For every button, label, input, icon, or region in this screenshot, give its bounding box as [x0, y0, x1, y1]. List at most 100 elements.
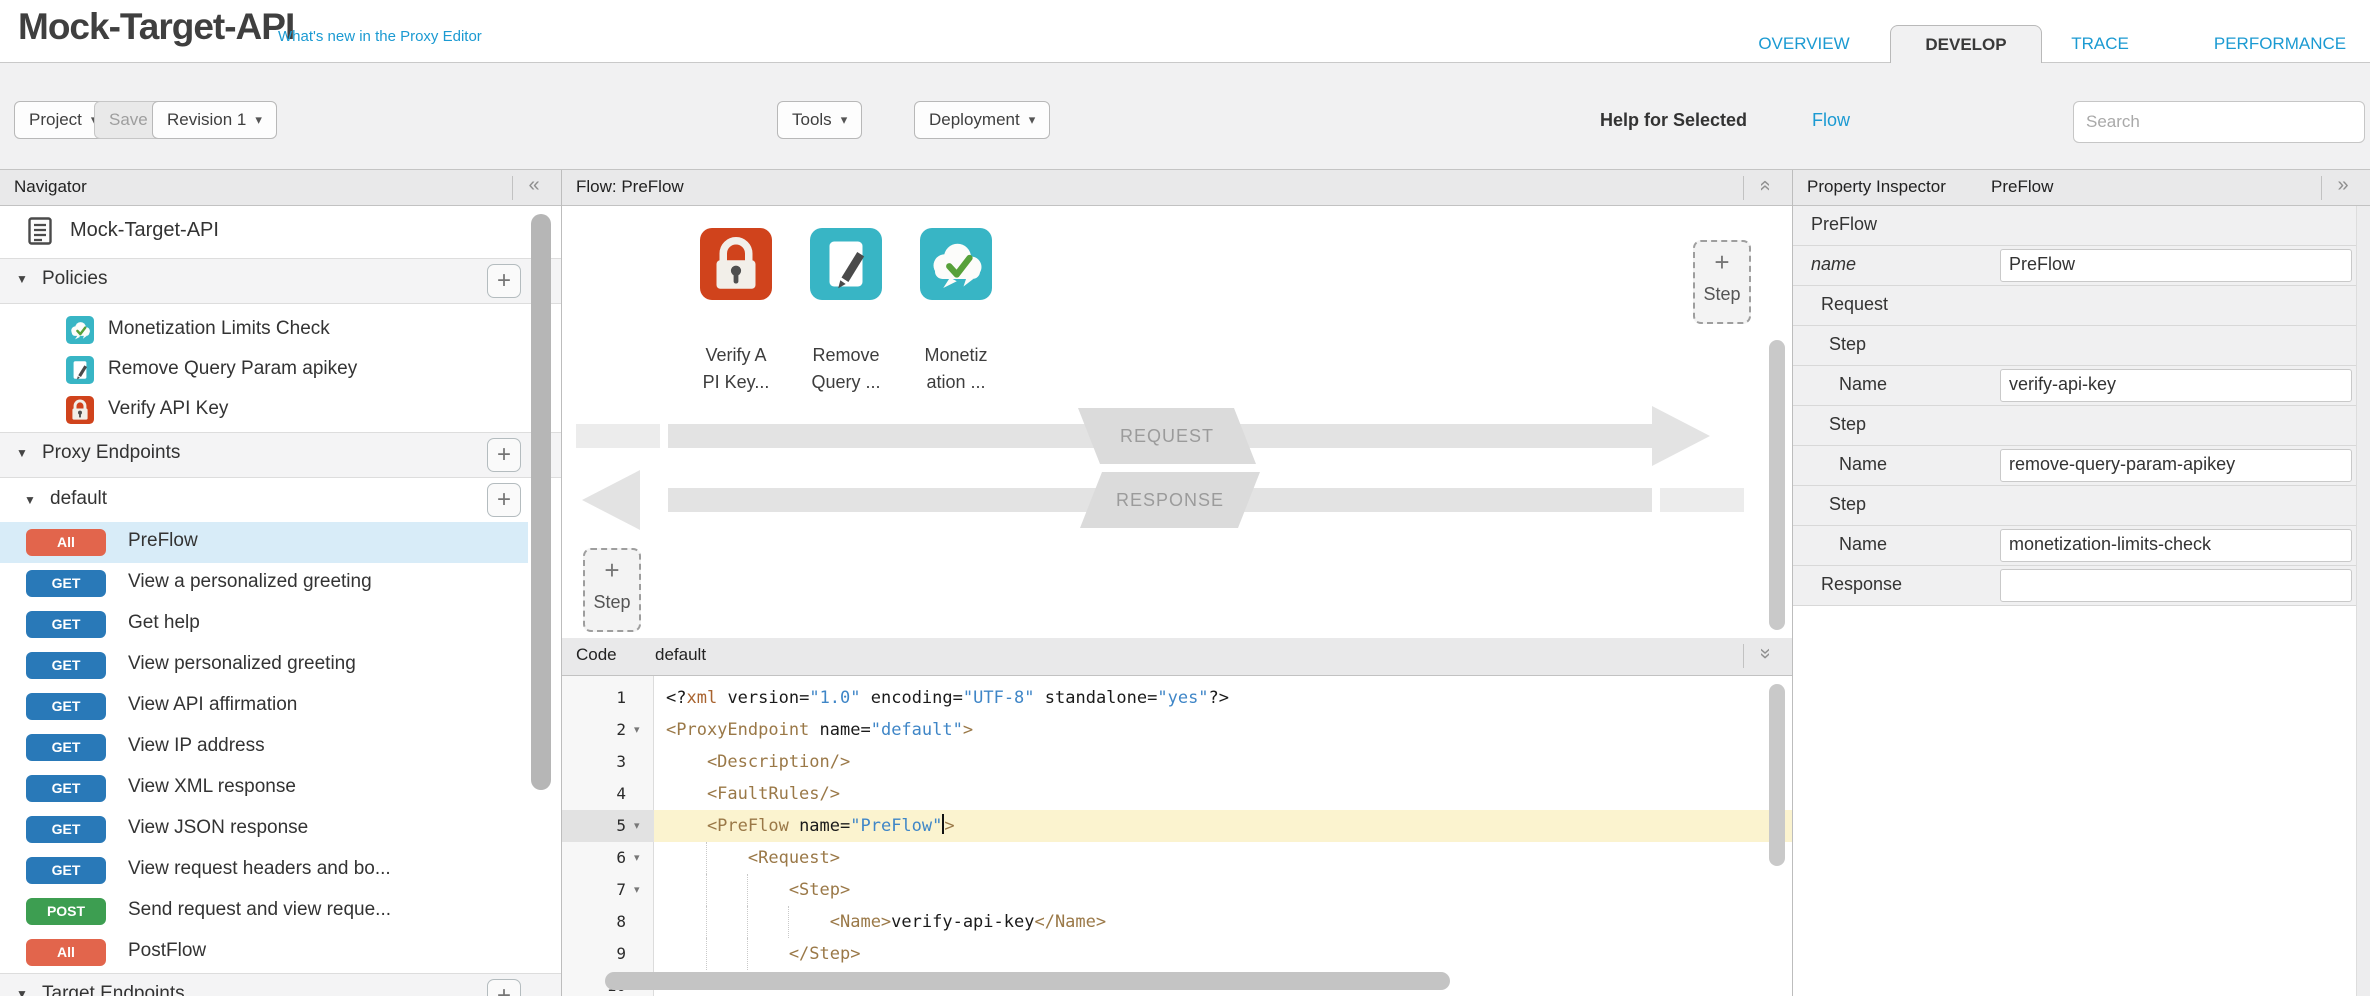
tab-performance[interactable]: PERFORMANCE: [2190, 25, 2370, 63]
property-inspector-subtitle: PreFlow: [1991, 177, 2053, 197]
api-proxy-root-item[interactable]: Mock-Target-API: [0, 206, 561, 259]
plus-icon: +: [1695, 248, 1749, 276]
target-endpoints-section-header[interactable]: ▼ Target Endpoints +: [0, 973, 561, 996]
collapse-down-icon[interactable]: «: [1754, 639, 1777, 669]
flow-row[interactable]: GETView IP address: [0, 727, 528, 768]
policy-item[interactable]: Remove Query Param apikey: [0, 350, 528, 390]
property-value[interactable]: verify-api-key: [2000, 369, 2352, 402]
line-number: 5: [562, 810, 626, 842]
fold-arrow-icon[interactable]: ▾: [634, 810, 648, 842]
lock-icon: [66, 396, 94, 424]
flow-row[interactable]: GET View a personalized greeting: [0, 563, 528, 604]
flow-policy-pencil-icon[interactable]: [810, 228, 882, 300]
response-line-stub: [1660, 488, 1744, 512]
policies-section-label: Policies: [42, 268, 107, 290]
flow-policy-cloud-check-icon[interactable]: [920, 228, 992, 300]
flow-row-label: View personalized greeting: [128, 653, 356, 675]
flow-row[interactable]: POSTSend request and view reque...: [0, 891, 528, 932]
flow-row[interactable]: GETView request headers and bo...: [0, 850, 528, 891]
fold-arrow-icon[interactable]: ▾: [634, 714, 648, 746]
add-step-button[interactable]: + Step: [1693, 240, 1751, 324]
proxy-endpoints-section-header[interactable]: ▼ Proxy Endpoints +: [0, 432, 561, 478]
property-label: Name: [1839, 454, 1887, 475]
fold-arrow-icon[interactable]: ▾: [634, 874, 648, 906]
code-vertical-scrollbar[interactable]: [1769, 684, 1785, 866]
code-line: <FaultRules/>: [666, 778, 840, 810]
flow-row[interactable]: All PostFlow: [0, 932, 528, 973]
line-number: 1: [562, 682, 626, 714]
policy-item[interactable]: Verify API Key: [0, 390, 528, 430]
endpoint-default-label: default: [50, 488, 107, 510]
property-label: Name: [1839, 534, 1887, 555]
header-separator: [1743, 176, 1744, 200]
collapse-up-icon[interactable]: «: [1754, 171, 1777, 201]
method-badge: GET: [26, 734, 106, 761]
method-badge: GET: [26, 611, 106, 638]
code-line: <Description/>: [666, 746, 850, 778]
inspector-scrollbar-track[interactable]: [2356, 206, 2370, 996]
flow-row-label: View a personalized greeting: [128, 571, 372, 593]
add-proxy-endpoint-button[interactable]: +: [487, 438, 521, 472]
inspector-row: Nameverify-api-key: [1793, 366, 2356, 406]
help-flow-link[interactable]: Flow: [1812, 110, 1850, 131]
flow-panel: Flow: PreFlow « + Step REQUEST RESPONSE …: [562, 170, 1793, 638]
property-value[interactable]: remove-query-param-apikey: [2000, 449, 2352, 482]
flow-row[interactable]: GETGet help: [0, 604, 528, 645]
method-badge: GET: [26, 570, 106, 597]
triangle-down-icon: ▼: [16, 987, 28, 996]
code-line: <PreFlow name="PreFlow">: [666, 810, 955, 842]
property-value[interactable]: PreFlow: [2000, 249, 2352, 282]
flow-panel-scrollbar[interactable]: [1769, 340, 1785, 630]
flow-policy-label-line: Remove: [794, 342, 898, 369]
navigator-scrollbar[interactable]: [531, 214, 551, 790]
flow-row[interactable]: GETView XML response: [0, 768, 528, 809]
fold-arrow-icon[interactable]: ▾: [634, 842, 648, 874]
proxy-editor-page: Mock-Target-API What's new in the Proxy …: [0, 0, 2370, 996]
policy-item-label: Verify API Key: [108, 398, 228, 420]
flow-row-label: PostFlow: [128, 940, 206, 962]
triangle-down-icon: ▼: [16, 272, 28, 286]
tab-overview[interactable]: OVERVIEW: [1742, 25, 1866, 63]
flow-policy-label: Verify API Key...: [684, 342, 788, 396]
toolbar: Project ▾ Save Revision 1 ▾ Tools ▾ Depl…: [0, 62, 2370, 170]
policies-section-header[interactable]: ▼ Policies +: [0, 258, 561, 304]
line-number: 2: [562, 714, 626, 746]
deployment-button[interactable]: Deployment ▾: [914, 101, 1050, 139]
policy-item[interactable]: Monetization Limits Check: [0, 310, 528, 350]
search-input[interactable]: [2073, 101, 2365, 143]
property-value[interactable]: monetization-limits-check: [2000, 529, 2352, 562]
flow-row[interactable]: AllPreFlow: [0, 522, 528, 563]
tab-trace[interactable]: TRACE: [2052, 25, 2148, 63]
flow-row[interactable]: GETView JSON response: [0, 809, 528, 850]
line-number: 8: [562, 906, 626, 938]
add-flow-button[interactable]: +: [487, 483, 521, 517]
line-number: 9: [562, 938, 626, 970]
endpoint-default-item[interactable]: ▼ default +: [0, 480, 561, 522]
flow-row[interactable]: GETView personalized greeting: [0, 645, 528, 686]
add-step-button[interactable]: + Step: [583, 548, 641, 632]
property-label: Response: [1821, 574, 1902, 595]
revision-button[interactable]: Revision 1 ▾: [152, 101, 277, 139]
flow-policy-lock-icon[interactable]: [700, 228, 772, 300]
pencil-icon: [66, 356, 94, 384]
line-number: 6: [562, 842, 626, 874]
line-number: 3: [562, 746, 626, 778]
collapse-left-icon[interactable]: «: [519, 174, 549, 197]
caret-down-icon: ▾: [1029, 112, 1036, 128]
tools-button[interactable]: Tools ▾: [777, 101, 862, 139]
tab-develop[interactable]: DEVELOP: [1890, 25, 2042, 63]
add-target-endpoint-button[interactable]: +: [487, 979, 521, 996]
response-flow-label: RESPONSE: [1080, 472, 1260, 528]
line-number: 4: [562, 778, 626, 810]
flow-policy-label: RemoveQuery ...: [794, 342, 898, 396]
inspector-row: Name monetization-limits-check: [1793, 526, 2356, 566]
policy-item-label: Monetization Limits Check: [108, 318, 330, 340]
method-badge: All: [26, 939, 106, 966]
method-badge: POST: [26, 898, 106, 925]
flow-row[interactable]: GETView API affirmation: [0, 686, 528, 727]
expand-right-icon[interactable]: »: [2328, 174, 2358, 197]
code-horizontal-scrollbar[interactable]: [605, 972, 1450, 990]
add-policy-button[interactable]: +: [487, 264, 521, 298]
property-value[interactable]: [2000, 569, 2352, 602]
inspector-row: Response: [1793, 566, 2356, 606]
